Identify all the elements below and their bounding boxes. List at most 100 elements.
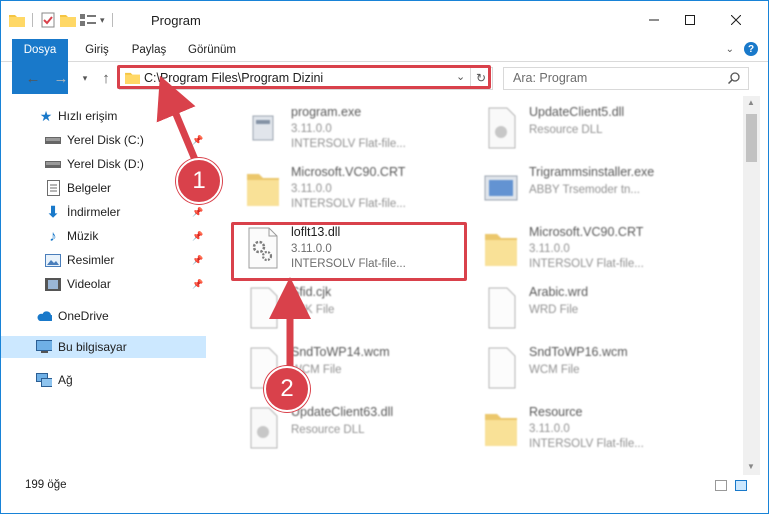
file-icon [488,347,516,389]
sidebar-item-music[interactable]: ♪ Müzik 📌 [1,225,206,247]
status-bar: 199 öğe [1,475,768,497]
sidebar-item-videos[interactable]: Videolar 📌 [1,273,206,295]
pin-icon[interactable]: 📌 [192,255,203,266]
tab-home[interactable]: Giriş [77,39,117,61]
forward-button[interactable]: → [51,68,71,88]
tab-view[interactable]: Görünüm [183,39,241,61]
help-icon[interactable]: ? [744,42,758,56]
sidebar-item-label: Videolar [67,277,111,291]
file-item[interactable]: Resource 3.11.0.0 INTERSOLV Flat-file... [469,400,704,455]
maximize-icon [685,15,695,25]
file-name: Sfid.cjk [291,285,332,299]
sidebar-item-pictures[interactable]: Resimler 📌 [1,249,206,271]
sidebar-item-onedrive[interactable]: OneDrive [1,305,206,327]
pin-icon[interactable]: 📌 [192,135,203,146]
title-bar: ▾ Program [1,1,768,39]
file-item[interactable]: Arabic.wrd WRD File [469,280,704,335]
file-version: 3.11.0.0 [529,423,570,435]
callout-badge-2: 2 [264,366,310,412]
sidebar-item-local-disk-d[interactable]: Yerel Disk (D:) [1,153,206,175]
address-highlight-box [117,65,491,89]
scrollbar-thumb[interactable] [746,114,757,162]
navigation-bar: ← → ▾ ↑ C:\Program Files\Program Dizini … [1,62,768,94]
file-item[interactable]: SndToWP16.wcm WCM File [469,340,704,395]
download-icon: ⬇ [46,204,60,221]
recent-locations-button[interactable]: ▾ [75,68,95,88]
maximize-button[interactable] [667,1,713,39]
file-description: ABBY Trsemoder tn... [529,184,641,196]
details-view-icon[interactable] [715,480,727,491]
properties-icon[interactable] [40,12,56,28]
back-button[interactable]: ← [23,68,43,88]
documents-icon [45,180,61,196]
tab-share[interactable]: Paylaş [127,39,171,61]
view-options-icon[interactable] [80,13,96,27]
dll-icon [488,107,516,149]
file-name: Microsoft.VC90.CRT [529,225,644,239]
ribbon-controls: ⌄ ? [726,42,758,56]
search-box[interactable]: Ara: Program [503,67,749,90]
sidebar-item-label: Resimler [67,253,115,267]
file-version: 3.11.0.0 [291,183,332,195]
pin-icon[interactable]: 📌 [192,207,203,218]
sidebar-item-local-disk-c[interactable]: Yerel Disk (C:) 📌 [1,129,206,151]
quick-access-toolbar: ▾ [9,11,116,29]
sidebar-item-downloads[interactable]: ⬇ İndirmeler 📌 [1,201,206,223]
pin-icon[interactable]: 📌 [192,279,203,290]
file-list: program.exe 3.11.0.0 INTERSOLV Flat-file… [221,96,741,475]
vertical-scrollbar[interactable]: ▲ ▼ [743,96,760,475]
file-item[interactable]: Microsoft.VC90.CRT 3.11.0.0 INTERSOLV Fl… [231,160,466,215]
music-icon: ♪ [49,227,57,245]
file-name: UpdateClient5.dll [529,105,625,119]
qat-dropdown-icon[interactable]: ▾ [100,15,105,26]
ribbon-tabs: Dosya Giriş Paylaş Görünüm ⌄ ? [1,39,768,94]
drive-icon [45,132,61,148]
forward-arrow-icon: → [53,69,69,87]
file-description: Resource DLL [529,124,603,136]
scroll-down-icon[interactable]: ▼ [747,462,755,471]
up-arrow-icon: ↑ [102,69,110,87]
sidebar-item-network[interactable]: Ağ [1,369,206,391]
file-item[interactable]: UpdateClient63.dll Resource DLL [231,400,466,455]
sidebar-item-label: İndirmeler [67,205,121,219]
file-version: 3.11.0.0 [529,243,570,255]
large-icons-view-icon[interactable] [735,480,747,491]
file-name: UpdateClient63.dll [291,405,394,419]
file-item[interactable]: UpdateClient5.dll Resource DLL [469,100,704,155]
file-item[interactable]: Trigrammsinstaller.exe ABBY Trsemoder tn… [469,160,704,215]
sidebar-item-this-pc[interactable]: Bu bilgisayar [1,336,206,358]
sidebar-item-label: Ağ [58,373,73,387]
installer-icon [484,175,518,201]
explorer-window: ▾ Program Dosya Giriş Paylaş Görünüm ⌄ ?… [0,0,769,514]
scroll-up-icon[interactable]: ▲ [747,98,755,107]
file-description: Resource DLL [291,424,365,436]
qat-title-divider [111,13,113,27]
file-description: WCM File [529,364,580,376]
file-icon [488,287,516,329]
close-button[interactable] [713,1,759,39]
sidebar-item-quick-access[interactable]: ★ Hızlı erişim [1,105,206,127]
window-title: Program [151,13,201,28]
computer-icon [36,339,52,355]
network-icon [36,372,52,388]
up-button[interactable]: ↑ [96,68,116,88]
file-item[interactable]: Microsoft.VC90.CRT 3.11.0.0 INTERSOLV Fl… [469,220,704,275]
expand-ribbon-icon[interactable]: ⌄ [726,44,734,55]
file-item[interactable]: Sfid.cjk CJK File [231,280,466,335]
pictures-icon [45,252,61,268]
file-name: Microsoft.VC90.CRT [291,165,406,179]
qat-divider [32,13,33,27]
item-count: 199 öğe [25,479,67,491]
new-folder-icon[interactable] [60,13,76,27]
exe-icon [252,115,274,141]
chevron-down-icon: ▾ [82,72,88,83]
pin-icon[interactable]: 📌 [192,231,203,242]
dll-icon [250,407,278,449]
file-version: 3.11.0.0 [291,123,332,135]
file-item[interactable]: program.exe 3.11.0.0 INTERSOLV Flat-file… [231,100,466,155]
cloud-icon [36,308,52,324]
file-highlight-box [231,222,467,281]
close-icon [731,15,741,25]
file-description: WRD File [529,304,579,316]
folder-icon [247,174,279,206]
